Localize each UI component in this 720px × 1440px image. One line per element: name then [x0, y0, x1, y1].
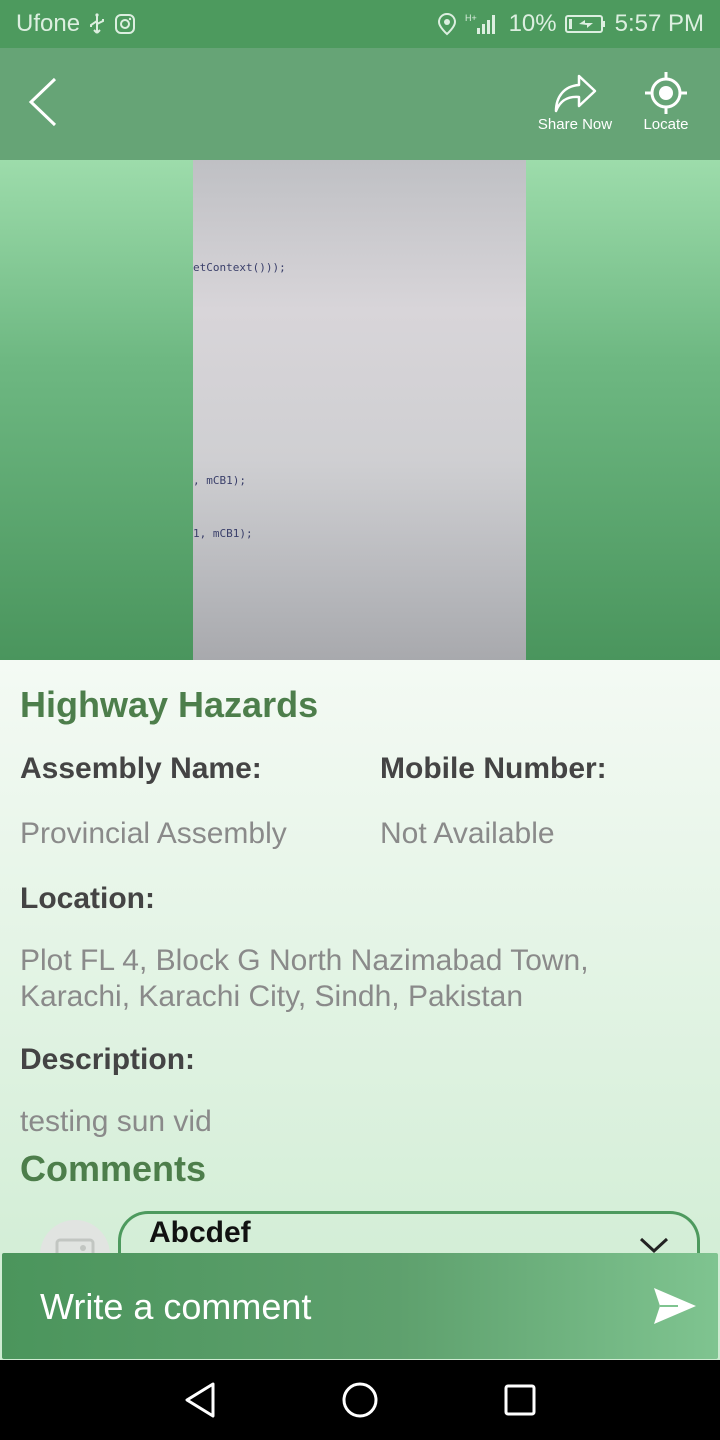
comment-author: Abcdef	[149, 1216, 251, 1249]
instagram-icon	[114, 13, 136, 35]
report-video[interactable]: etContext())); , mCB1); 1, mCB1);	[193, 160, 526, 660]
back-triangle-icon	[185, 1382, 215, 1418]
chevron-down-icon[interactable]	[639, 1236, 669, 1254]
locate-button[interactable]: Locate	[632, 70, 700, 133]
status-left: Ufone	[16, 10, 136, 38]
nav-recents-button[interactable]	[496, 1376, 544, 1424]
assembly-name-label: Assembly Name:	[20, 752, 262, 785]
mobile-number-label: Mobile Number:	[380, 752, 607, 785]
assembly-name-value: Provincial Assembly	[20, 817, 287, 850]
network-type: H+	[465, 13, 477, 23]
nav-back-button[interactable]	[176, 1376, 224, 1424]
share-icon	[554, 74, 597, 113]
location-value: Plot FL 4, Block G North Nazimabad Town,…	[20, 944, 589, 1013]
comment-input[interactable]	[40, 1279, 600, 1335]
video-code-line: , mCB1);	[193, 474, 246, 487]
battery-percent: 10%	[508, 10, 557, 37]
signal-icon: H+	[465, 12, 501, 36]
report-title: Highway Hazards	[20, 684, 319, 725]
carrier-name: Ufone	[16, 10, 81, 37]
location-label: Location:	[20, 882, 155, 915]
usb-icon	[88, 13, 106, 35]
video-code-line: etContext()));	[193, 261, 286, 274]
home-circle-icon	[342, 1382, 378, 1418]
app-bar: Share Now Locate	[0, 48, 720, 160]
description-value: testing sun vid	[20, 1105, 212, 1138]
location-pin-icon	[437, 12, 457, 36]
send-icon	[654, 1288, 696, 1324]
navigation-bar	[0, 1360, 720, 1440]
media-area: etContext())); , mCB1); 1, mCB1);	[0, 160, 720, 660]
video-code-line: 1, mCB1);	[193, 527, 253, 540]
locate-icon	[645, 72, 687, 114]
status-right: H+ 10% 5:57 PM	[437, 10, 704, 38]
recents-square-icon	[504, 1384, 536, 1416]
send-button[interactable]	[648, 1281, 702, 1331]
locate-label: Locate	[643, 116, 689, 133]
share-now-label: Share Now	[537, 116, 613, 133]
back-button[interactable]	[14, 74, 70, 130]
mobile-number-value: Not Available	[380, 817, 555, 850]
status-bar: Ufone H+ 10% 5:57 PM	[0, 0, 720, 48]
share-now-button[interactable]: Share Now	[530, 70, 620, 133]
description-label: Description:	[20, 1043, 196, 1076]
comment-bar	[2, 1253, 718, 1359]
back-arrow-icon	[28, 77, 57, 127]
comments-heading: Comments	[20, 1148, 207, 1189]
clock: 5:57 PM	[614, 10, 704, 37]
battery-charging-icon	[564, 13, 607, 35]
nav-home-button[interactable]	[336, 1376, 384, 1424]
